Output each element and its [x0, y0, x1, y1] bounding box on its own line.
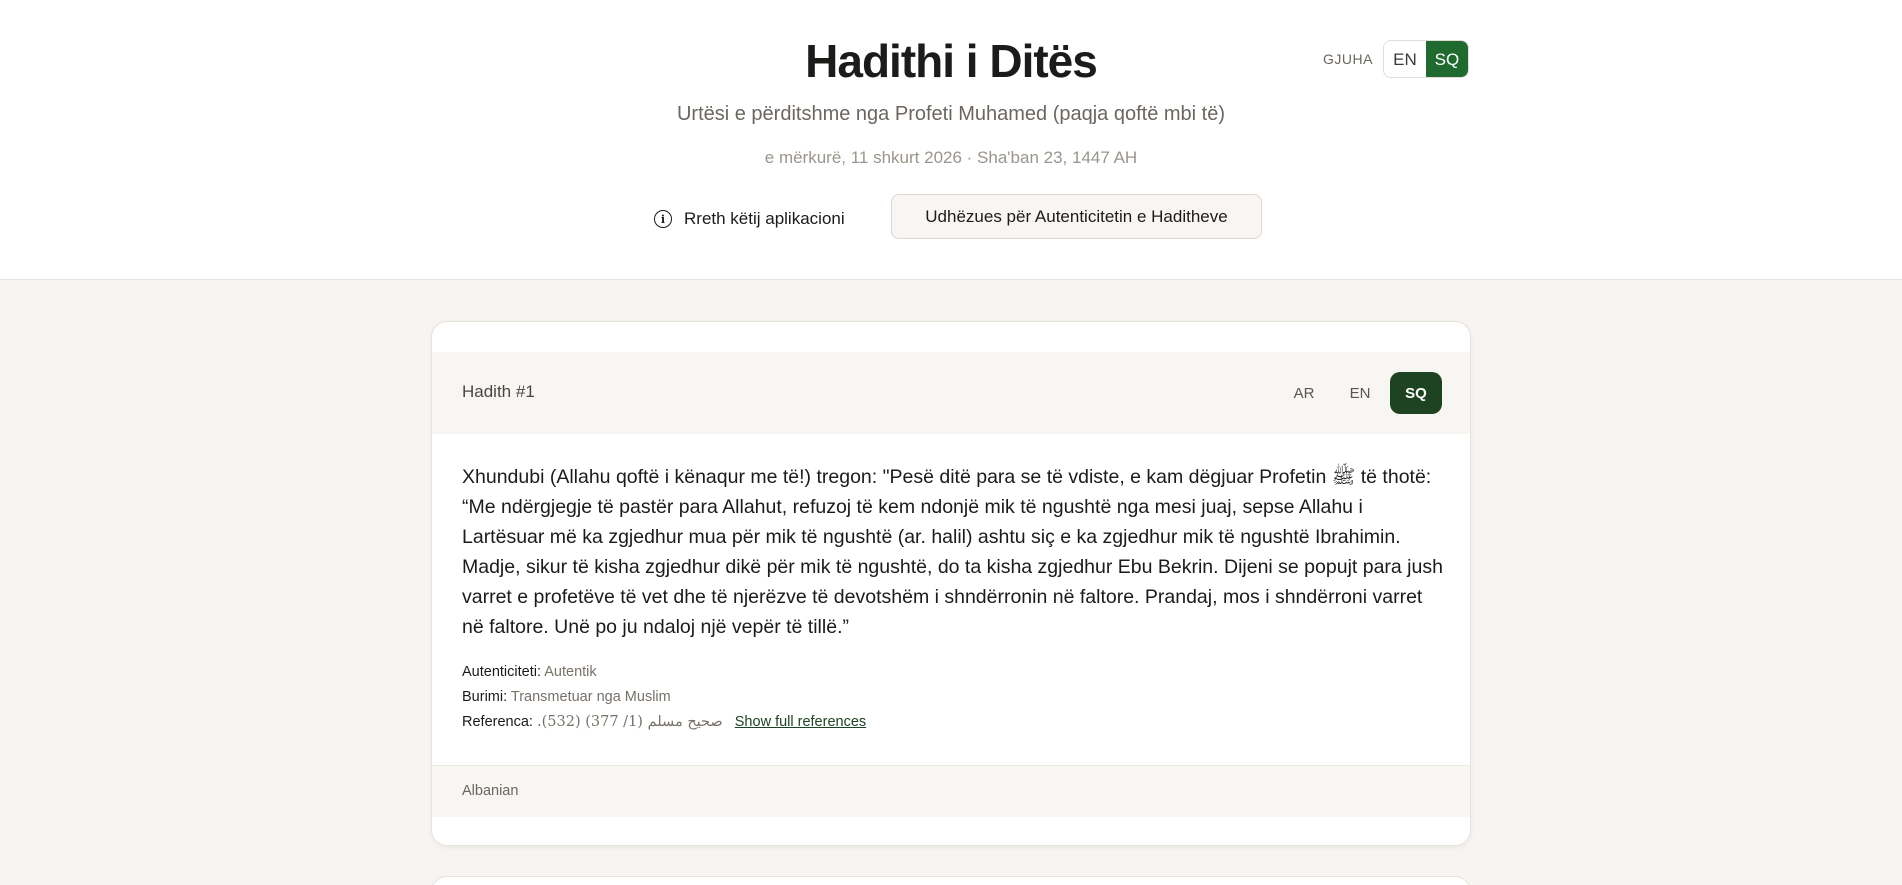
language-sq-button[interactable]: SQ — [1425, 41, 1468, 77]
hadith-text: Xhundubi (Allahu qoftë i kënaqur me të!)… — [462, 466, 1443, 638]
reference-row: Referenca: صحيح مسلم (1/ 377) (532). Sho… — [462, 714, 866, 730]
tab-sq[interactable]: SQ — [1390, 372, 1442, 414]
language-en-button[interactable]: EN — [1383, 41, 1426, 77]
hadith-card: Hadith #1 AR EN SQ Xhundubi (Allahu qoft… — [431, 321, 1471, 846]
translation-tabs: AR EN SQ — [1274, 372, 1442, 414]
current-date: e mërkurë, 11 shkurt 2026 · Sha'ban 23, … — [764, 148, 1138, 167]
authenticity-row: Autenticiteti: Autentik — [462, 664, 597, 680]
source-value: Transmetuar nga Muslim — [510, 689, 671, 705]
about-app-link[interactable]: i Rreth këtij aplikacioni — [654, 206, 845, 232]
language-toggle-group: EN SQ — [1382, 40, 1469, 78]
hadith-number: Hadith #1 — [462, 382, 535, 401]
footer-language: Albanian — [462, 783, 519, 799]
authenticity-value: Autentik — [544, 664, 597, 680]
hadith-card-header: Hadith #1 AR EN SQ — [432, 352, 1470, 434]
reference-value: صحيح مسلم (1/ 377) (532). — [536, 714, 723, 730]
authenticity-guide-button[interactable]: Udhëzues për Autenticitetin e Haditheve — [891, 194, 1262, 239]
about-app-label: Rreth këtij aplikacioni — [684, 209, 845, 228]
next-hadith-card — [431, 876, 1471, 885]
page-subtitle: Urtësi e përditshme nga Profeti Muhamed … — [676, 103, 1226, 125]
source-row: Burimi: Transmetuar nga Muslim — [462, 689, 671, 705]
source-label: Burimi: — [462, 689, 508, 705]
tab-ar[interactable]: AR — [1278, 372, 1330, 414]
authenticity-label: Autenticiteti: — [462, 664, 541, 680]
reference-label: Referenca: — [462, 714, 533, 730]
page-title: Hadithi i Ditës — [805, 35, 1098, 87]
info-icon: i — [654, 210, 672, 228]
hadith-card-footer: Albanian — [432, 765, 1470, 817]
language-switcher: GJUHA EN SQ — [1323, 39, 1469, 79]
language-label: GJUHA — [1323, 51, 1373, 67]
page-header: Hadithi i Ditës Urtësi e përditshme nga … — [0, 0, 1902, 280]
tab-en[interactable]: EN — [1334, 372, 1386, 414]
show-full-references-link[interactable]: Show full references — [735, 714, 866, 730]
